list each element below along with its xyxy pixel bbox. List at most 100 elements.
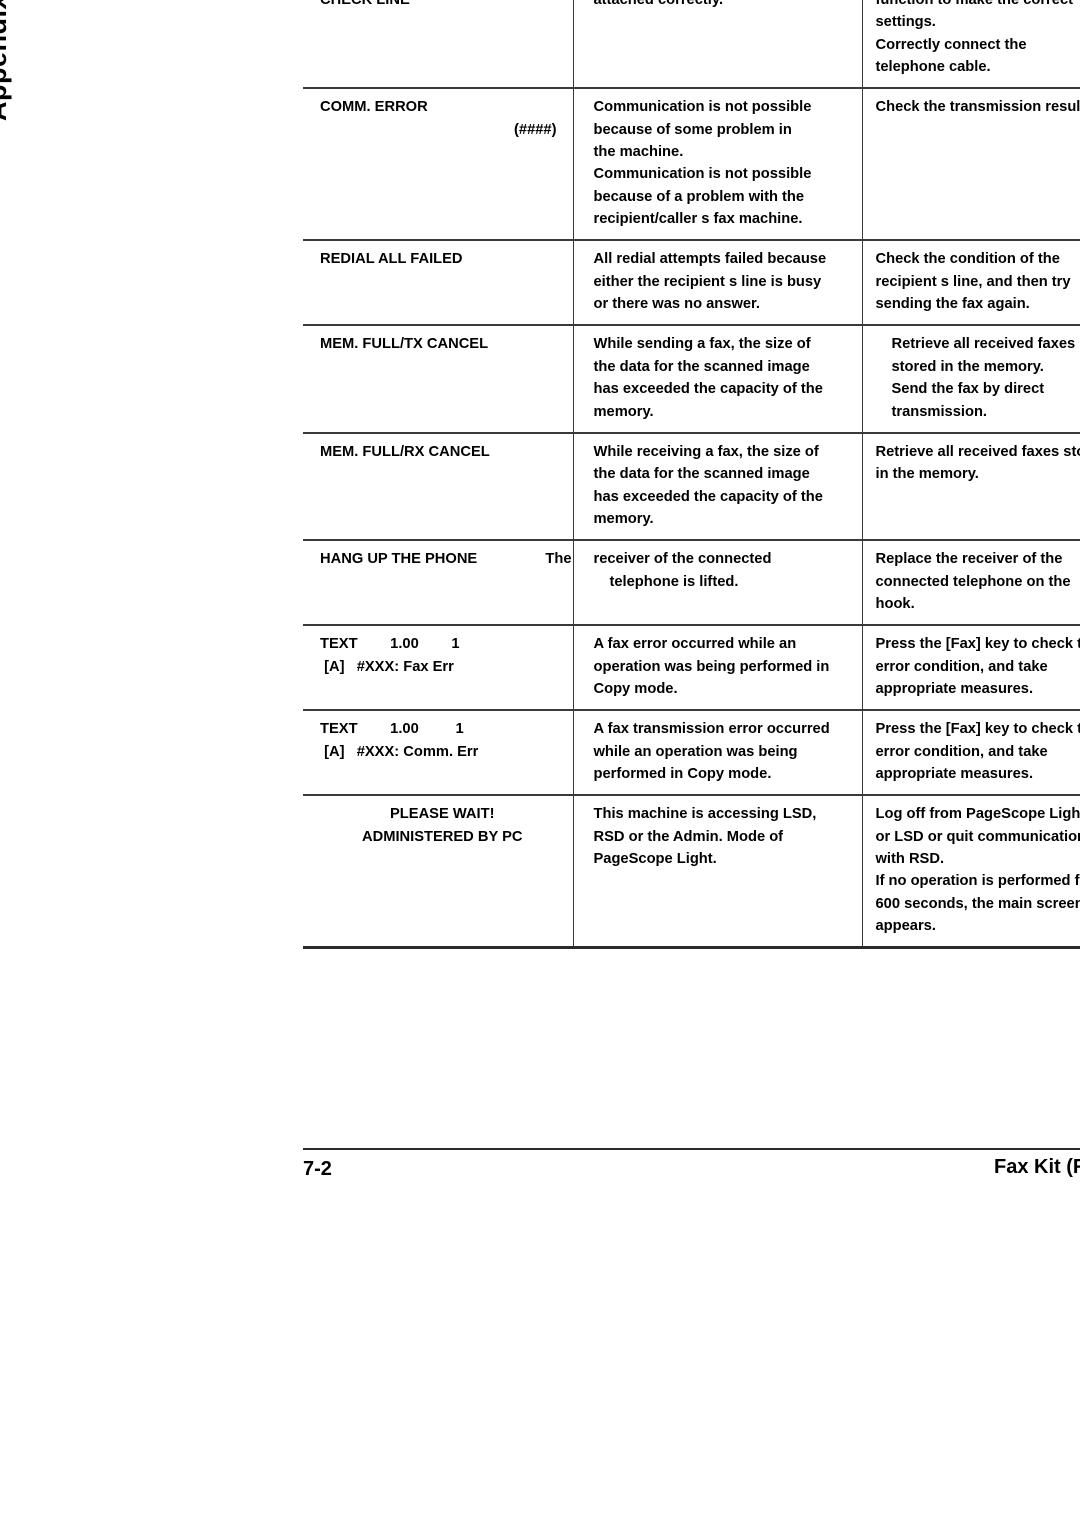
action-line: telephone cable. [875, 59, 991, 76]
description-line: memory. [593, 403, 654, 420]
table-row: MEM. FULL/TX CANCEL While sending a fax,… [303, 324, 1080, 433]
cell-action: Retrieve all received faxes stored in th… [862, 324, 1080, 433]
cell-action: Replace the receiver of the connected te… [862, 539, 1080, 626]
action-line: 600 seconds, the main screen [875, 895, 1080, 912]
action-line: transmission. [891, 403, 988, 420]
cell-action: Check the condition of the recipient s l… [862, 239, 1080, 326]
action-line: If no operation is performed for [875, 873, 1080, 890]
cell-error-code: MEM. FULL/RX CANCEL [303, 431, 574, 541]
cell-action: Log off from PageScope Light or LSD or q… [862, 794, 1080, 950]
code-line: TEXT 1.00 1 [320, 721, 464, 738]
action-line: stored in the memory. [891, 358, 1044, 375]
description-line: because of a problem with the [593, 188, 805, 205]
error-message-table-body: CHECK LINE attached correctly. function … [303, 0, 1080, 950]
description-overflow-word: The [545, 551, 572, 568]
table-row: CHECK LINE attached correctly. function … [303, 0, 1080, 89]
description-line: PageScope Light. [593, 851, 717, 867]
footer-document-title: Fax Kit (FK-102) [994, 1156, 1080, 1178]
code-line: [A] #XXX: Fax Err [320, 658, 454, 675]
description-line: or there was no answer. [593, 296, 761, 313]
description-line: the data for the scanned image [593, 358, 810, 375]
description-line: This machine is accessing LSD, [593, 806, 817, 823]
action-line: recipient s line, and then try [875, 273, 1071, 290]
appendix-margin-tab: Appendix [0, 0, 12, 122]
action-line: Correctly connect the [875, 36, 1027, 53]
description-line: the data for the scanned image [593, 466, 810, 483]
code-line: CHECK LINE [320, 0, 410, 8]
action-line: error condition, and take [875, 743, 1048, 760]
description-line: performed in Copy mode. [593, 765, 772, 782]
action-line: Press the [Fax] key to check the [875, 721, 1080, 738]
cell-action: Check the transmission result. [862, 87, 1080, 241]
cell-error-code: COMM. ERROR (####) [303, 87, 574, 241]
description-line: Communication is not possible [593, 99, 812, 116]
action-line: settings. [875, 14, 936, 31]
cell-action: Press the [Fax] key to check the error c… [862, 709, 1080, 796]
cell-error-code: MEM. FULL/TX CANCEL [303, 324, 574, 433]
table-row: REDIAL ALL FAILED All redial attempts fa… [303, 239, 1080, 326]
cell-description: This machine is accessing LSD, RSD or th… [573, 794, 863, 950]
cell-action: Press the [Fax] key to check the error c… [862, 624, 1080, 711]
description-line: While sending a fax, the size of [593, 336, 811, 353]
cell-error-code: CHECK LINE [303, 0, 574, 89]
table-row: COMM. ERROR (####) Communication is not … [303, 87, 1080, 241]
action-line: or LSD or quit communication [875, 828, 1080, 845]
code-line: MEM. FULL/TX CANCEL [320, 336, 489, 353]
cell-error-code: TEXT 1.00 1 [A] #XXX: Comm. Err [303, 709, 574, 796]
table-row: TEXT 1.00 1 [A] #XXX: Comm. Err A fax tr… [303, 709, 1080, 796]
description-line: A fax error occurred while an [593, 636, 797, 653]
action-line: Log off from PageScope Light [875, 806, 1080, 823]
cell-description: While sending a fax, the size of the dat… [573, 324, 863, 433]
code-line: (####) [514, 121, 557, 138]
description-line: either the recipient s line is busy [593, 273, 822, 290]
cell-description: Communication is not possible because of… [573, 87, 863, 241]
cell-error-code: PLEASE WAIT! ADMINISTERED BY PC [303, 794, 574, 950]
code-line: COMM. ERROR [320, 99, 428, 116]
action-line: in the memory. [875, 466, 979, 483]
description-line: receiver of the connected [593, 551, 772, 568]
description-line: the machine. [593, 144, 684, 161]
action-line: connected telephone on the [875, 573, 1071, 590]
code-line: TEXT 1.00 1 [320, 636, 460, 653]
cell-description: A fax error occurred while an operation … [573, 624, 863, 711]
table-row: PLEASE WAIT! ADMINISTERED BY PC This mac… [303, 794, 1080, 950]
cell-description: receiver of the connected telephone is l… [573, 539, 863, 626]
action-line: Replace the receiver of the [875, 551, 1063, 568]
description-line: attached correctly. [593, 0, 724, 8]
action-line: Check the condition of the [875, 251, 1060, 268]
action-line: Press the [Fax] key to check the [875, 636, 1080, 653]
action-line: hook. [875, 595, 915, 612]
description-line: Copy mode. [593, 680, 678, 697]
cell-description: While receiving a fax, the size of the d… [573, 431, 863, 541]
description-line: because of some problem in [593, 121, 792, 138]
code-line: ADMINISTERED BY PC [362, 828, 523, 845]
description-line: A fax transmission error occurred [593, 721, 830, 738]
cell-error-code: REDIAL ALL FAILED [303, 239, 574, 326]
cell-description: All redial attempts failed because eithe… [573, 239, 863, 326]
action-line: sending the fax again. [875, 296, 1030, 313]
footer-divider [303, 1148, 1080, 1150]
cell-error-code: TEXT 1.00 1 [A] #XXX: Fax Err [303, 624, 574, 711]
cell-description: attached correctly. [573, 0, 863, 89]
action-line: Check the transmission result. [875, 99, 1080, 116]
description-line: operation was being performed in [593, 658, 830, 675]
action-line: Retrieve all received faxes stored [875, 443, 1080, 460]
description-line: RSD or the Admin. Mode of [593, 828, 784, 845]
cell-error-code: HANG UP THE PHONE The [303, 539, 574, 626]
description-line: All redial attempts failed because [593, 251, 827, 268]
description-line: while an operation was being [593, 743, 798, 760]
code-line: MEM. FULL/RX CANCEL [320, 443, 490, 460]
description-line: While receiving a fax, the size of [593, 443, 819, 460]
table-row: MEM. FULL/RX CANCEL While receiving a fa… [303, 431, 1080, 541]
action-line: function to make the correct [875, 0, 1074, 8]
code-line: HANG UP THE PHONE [320, 551, 478, 568]
table-row: TEXT 1.00 1 [A] #XXX: Fax Err A fax erro… [303, 624, 1080, 711]
description-line: memory. [593, 510, 654, 527]
action-line: with RSD. [875, 851, 945, 867]
description-line: has exceeded the capacity of the [593, 488, 823, 505]
code-line: REDIAL ALL FAILED [320, 251, 463, 268]
action-line: Send the fax by direct [891, 381, 1045, 398]
action-line: appropriate measures. [875, 680, 1034, 697]
action-line: error condition, and take [875, 658, 1048, 675]
description-line: has exceeded the capacity of the [593, 381, 823, 398]
